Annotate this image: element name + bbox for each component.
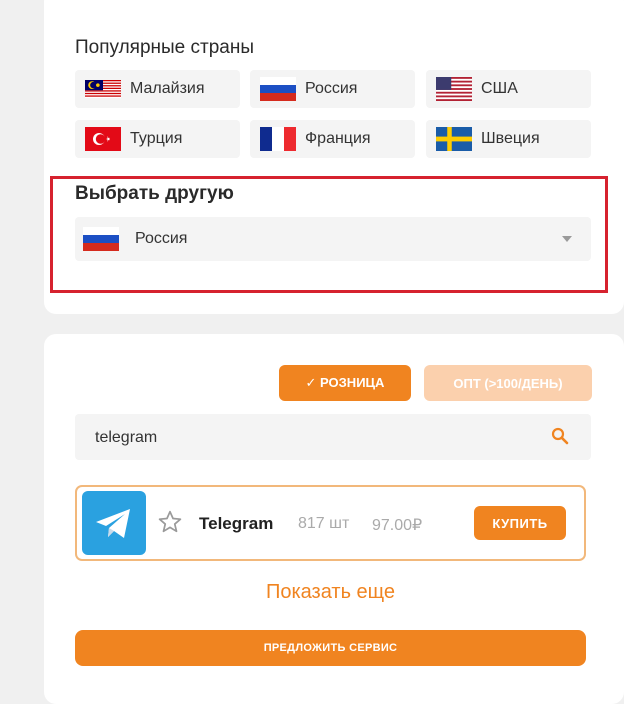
buy-button[interactable]: КУПИТЬ	[474, 506, 566, 540]
search-input[interactable]	[93, 414, 537, 462]
turkey-flag-icon	[85, 127, 121, 151]
popular-countries-title: Популярные страны	[75, 37, 255, 58]
suggest-service-button[interactable]: ПРЕДЛОЖИТЬ СЕРВИС	[75, 630, 586, 666]
star-icon[interactable]	[157, 509, 183, 540]
country-card: Популярные страны Малайзия Россия США Ту…	[44, 0, 624, 314]
selected-country: Россия	[135, 230, 188, 247]
russia-flag-icon	[83, 227, 119, 251]
service-row-telegram[interactable]: Telegram 817 шт 97.00₽ КУПИТЬ	[75, 485, 586, 561]
country-label: Швеция	[481, 130, 540, 147]
service-name: Telegram	[199, 514, 274, 533]
show-more-link[interactable]: Показать еще	[44, 581, 617, 604]
france-flag-icon	[260, 127, 296, 151]
country-malaysia[interactable]: Малайзия	[75, 70, 240, 108]
usa-flag-icon	[436, 77, 472, 101]
choose-other-title: Выбрать другую	[75, 183, 234, 204]
search-field	[75, 414, 591, 462]
service-card: ✓ РОЗНИЦА ОПТ (>100/ДЕНЬ) Telegram 817 ш…	[44, 334, 624, 704]
country-turkey[interactable]: Турция	[75, 120, 240, 158]
country-france[interactable]: Франция	[250, 120, 415, 158]
russia-flag-icon	[260, 77, 296, 101]
search-icon[interactable]	[551, 427, 569, 450]
service-price: 97.00₽	[372, 517, 423, 534]
country-sweden[interactable]: Швеция	[426, 120, 591, 158]
telegram-icon	[82, 491, 146, 555]
country-label: США	[481, 80, 518, 97]
country-select[interactable]: Россия	[75, 217, 591, 261]
wholesale-button[interactable]: ОПТ (>100/ДЕНЬ)	[424, 365, 592, 401]
country-label: Франция	[305, 130, 371, 147]
sweden-flag-icon	[436, 127, 472, 151]
country-label: Турция	[130, 130, 183, 147]
malaysia-flag-icon	[85, 77, 121, 101]
chevron-down-icon	[562, 236, 572, 242]
country-label: Малайзия	[130, 80, 205, 97]
service-quantity: 817 шт	[298, 515, 350, 532]
retail-button[interactable]: ✓ РОЗНИЦА	[279, 365, 411, 401]
country-label: Россия	[305, 80, 358, 97]
country-russia[interactable]: Россия	[250, 70, 415, 108]
country-usa[interactable]: США	[426, 70, 591, 108]
